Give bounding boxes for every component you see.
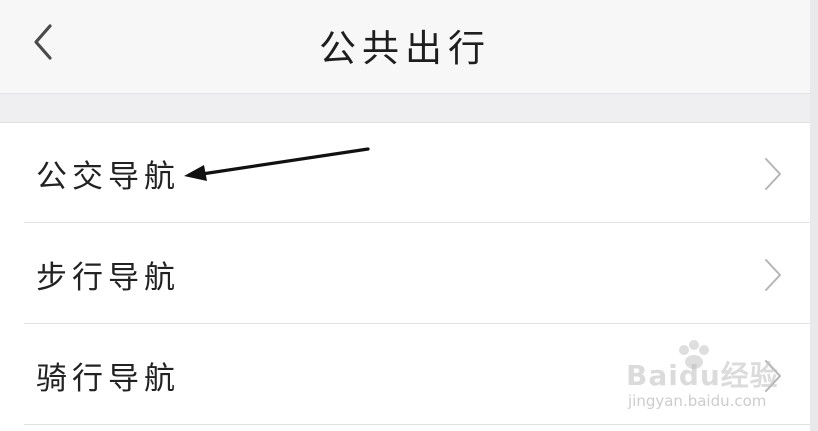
section-divider [0, 94, 810, 123]
list-item-bus-navigation[interactable]: 公交导航 [0, 123, 810, 223]
chevron-right-icon [765, 259, 781, 291]
row-separator [24, 222, 810, 223]
chevron-right-icon [765, 360, 781, 392]
navigation-bar: 公共出行 [0, 0, 810, 94]
row-separator [24, 424, 810, 425]
list-item-walking-navigation[interactable]: 步行导航 [0, 224, 810, 324]
list-item-cycling-navigation[interactable]: 骑行导航 [0, 325, 810, 425]
row-separator [24, 323, 810, 324]
navigation-options-list: 公交导航 步行导航 骑行导航 [0, 123, 810, 431]
list-item-label: 步行导航 [36, 260, 180, 296]
right-edge [810, 0, 818, 431]
list-item-label: 骑行导航 [36, 361, 180, 397]
list-item-label: 公交导航 [36, 159, 180, 195]
page-title: 公共出行 [319, 27, 491, 70]
chevron-right-icon [765, 158, 781, 190]
